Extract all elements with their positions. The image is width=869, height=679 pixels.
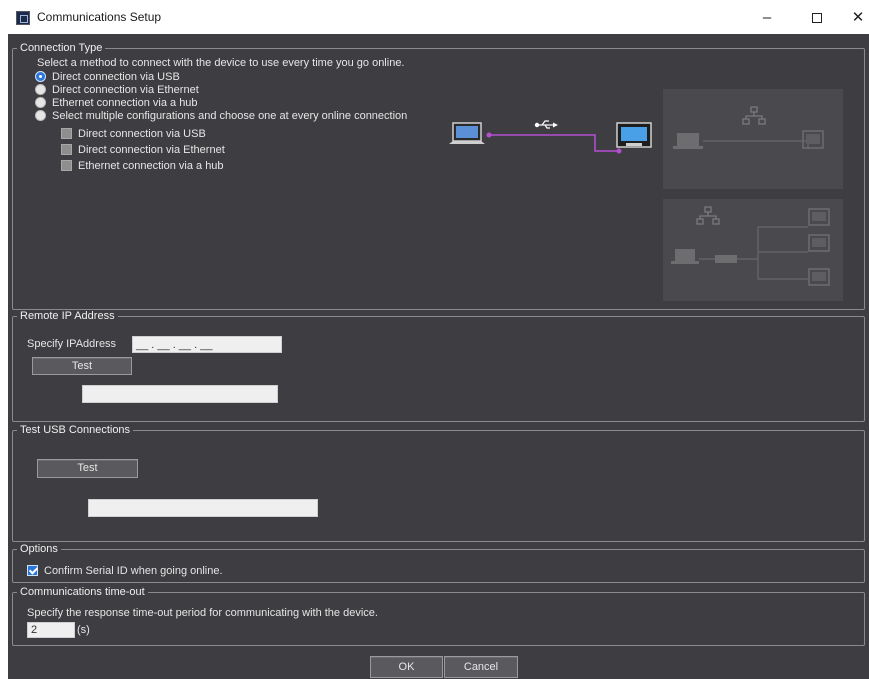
timeout-group: Communications time-out Specify the resp… [12, 586, 865, 646]
hub-preview-panel [663, 199, 843, 301]
maximize-button[interactable] [803, 6, 831, 30]
minimize-button[interactable]: – [753, 6, 781, 30]
confirm-serial-checkbox[interactable] [27, 565, 38, 576]
window-title: Communications Setup [37, 10, 162, 24]
remote-ip-result-field [82, 385, 278, 403]
usb-test-button[interactable]: Test [37, 459, 138, 478]
multi-ethernet-checkbox[interactable] [61, 144, 72, 155]
radio-ethernet-label: Direct connection via Ethernet [52, 83, 199, 96]
options-legend: Options [17, 543, 61, 556]
remote-ip-test-button[interactable]: Test [32, 357, 132, 375]
radio-hub[interactable]: Ethernet connection via a hub [35, 96, 198, 109]
radio-hub-indicator[interactable] [35, 97, 46, 108]
connection-instruction: Select a method to connect with the devi… [37, 57, 405, 69]
laptop-icon [673, 133, 703, 149]
dialog-body: Connection Type Select a method to conne… [8, 34, 869, 679]
title-bar: Communications Setup – ✕ [8, 0, 869, 34]
remote-ip-legend: Remote IP Address [17, 310, 118, 323]
usb-icon [534, 120, 558, 129]
timeout-unit: (s) [77, 624, 90, 636]
ethernet-preview-panel [663, 89, 843, 189]
radio-hub-label: Ethernet connection via a hub [52, 96, 198, 109]
ip-address-input[interactable]: __ . __ . __ . __ [132, 336, 282, 353]
network-icon [742, 106, 766, 125]
multi-hub-checkbox-row[interactable]: Ethernet connection via a hub [61, 159, 224, 172]
radio-multiple-label: Select multiple configurations and choos… [52, 109, 408, 122]
multi-usb-checkbox[interactable] [61, 128, 72, 139]
multi-ethernet-checkbox-row[interactable]: Direct connection via Ethernet [61, 143, 225, 156]
radio-usb-indicator[interactable] [35, 71, 46, 82]
specify-ip-label: Specify IPAddress [27, 338, 117, 350]
remote-ip-group: Remote IP Address Specify IPAddress __ .… [12, 310, 865, 422]
network-icon [696, 206, 720, 225]
timeout-input[interactable]: 2 [27, 622, 75, 638]
options-group: Options Confirm Serial ID when going onl… [12, 543, 865, 583]
test-usb-legend: Test USB Connections [17, 424, 134, 437]
usb-test-result-field [88, 499, 318, 517]
cancel-button[interactable]: Cancel [444, 656, 518, 678]
usb-connection-diagram [449, 120, 652, 154]
close-button[interactable]: ✕ [844, 6, 869, 30]
radio-usb[interactable]: Direct connection via USB [35, 70, 180, 83]
multi-ethernet-label: Direct connection via Ethernet [78, 143, 225, 156]
confirm-serial-label: Confirm Serial ID when going online. [44, 564, 223, 577]
multi-hub-label: Ethernet connection via a hub [78, 159, 224, 172]
connection-type-legend: Connection Type [17, 42, 106, 55]
hub-icon [715, 255, 737, 263]
ok-button[interactable]: OK [370, 656, 443, 678]
device-icon [802, 130, 824, 149]
test-usb-group: Test USB Connections Test [12, 424, 865, 542]
laptop-icon [671, 249, 699, 264]
radio-multiple[interactable]: Select multiple configurations and choos… [35, 109, 407, 122]
confirm-serial-row[interactable]: Confirm Serial ID when going online. [27, 564, 223, 577]
ethernet-diagram [673, 106, 824, 149]
device-icon [616, 122, 652, 148]
radio-ethernet[interactable]: Direct connection via Ethernet [35, 83, 199, 96]
connection-type-group: Connection Type Select a method to conne… [12, 42, 865, 310]
maximize-icon [812, 13, 822, 23]
app-icon [16, 11, 30, 25]
timeout-legend: Communications time-out [17, 586, 148, 599]
radio-ethernet-indicator[interactable] [35, 84, 46, 95]
multi-usb-label: Direct connection via USB [78, 127, 206, 140]
hub-diagram [671, 206, 830, 286]
multi-hub-checkbox[interactable] [61, 160, 72, 171]
timeout-instruction: Specify the response time-out period for… [27, 607, 378, 619]
radio-usb-label: Direct connection via USB [52, 70, 180, 83]
radio-multiple-indicator[interactable] [35, 110, 46, 121]
laptop-icon [449, 122, 485, 144]
multi-usb-checkbox-row[interactable]: Direct connection via USB [61, 127, 206, 140]
